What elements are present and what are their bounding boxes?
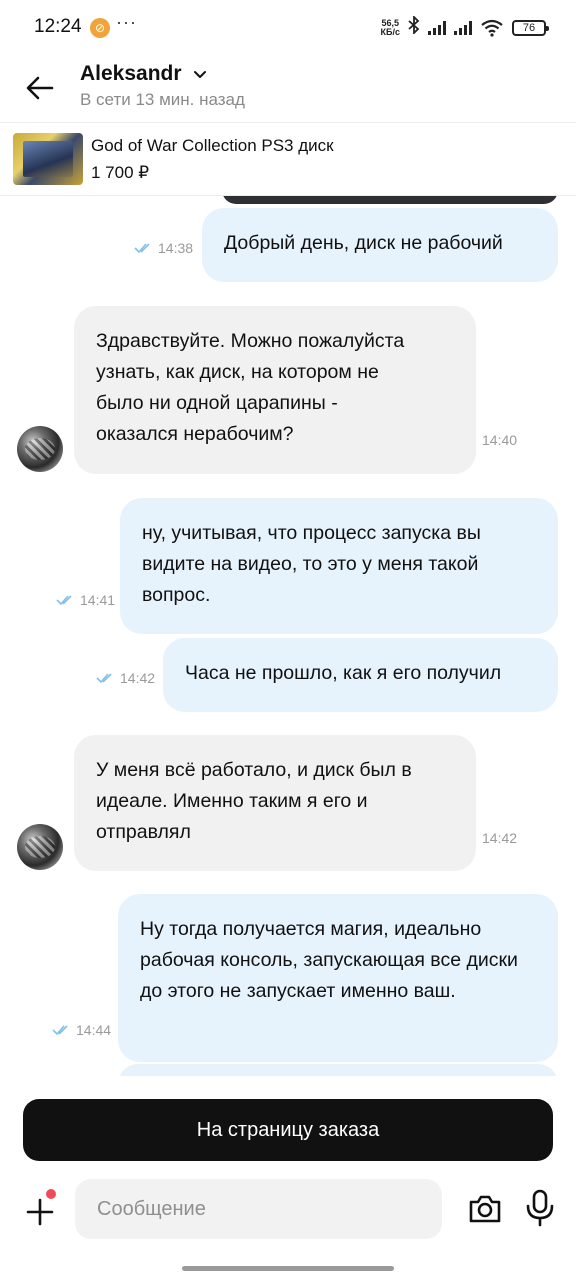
- bluetooth-icon: [408, 14, 420, 39]
- message-bubble-incoming[interactable]: Здравствуйте. Можно пожалуйста узнать, к…: [74, 306, 476, 474]
- chevron-down-icon[interactable]: [192, 66, 208, 87]
- notification-dot: [46, 1189, 56, 1199]
- double-check-icon: [96, 673, 112, 684]
- plus-icon[interactable]: [22, 1194, 58, 1230]
- message-text: Часа не прошло, как я его получил: [185, 662, 502, 684]
- chat-messages[interactable]: 14:38 Добрый день, диск не рабочий Здрав…: [0, 196, 576, 1076]
- home-indicator[interactable]: [182, 1266, 394, 1271]
- message-bubble-outgoing[interactable]: Добрый день, диск не рабочий: [202, 208, 558, 282]
- double-check-icon: [134, 243, 150, 254]
- microphone-icon[interactable]: [522, 1188, 558, 1228]
- avatar[interactable]: [17, 824, 63, 870]
- status-time: 12:24: [34, 16, 82, 37]
- video-attachment[interactable]: [222, 196, 558, 204]
- message-text: Здравствуйте. Можно пожалуйста узнать, к…: [96, 330, 405, 445]
- avatar[interactable]: [17, 426, 63, 472]
- message-meta: 14:44: [52, 1022, 111, 1038]
- more-notifications-icon: ···: [116, 12, 137, 32]
- message-bubble-outgoing[interactable]: Часа не прошло, как я его получил: [163, 638, 558, 712]
- product-price: 1 700 ₽: [91, 163, 150, 182]
- status-icons: 56,5 КБ/с 76: [380, 14, 549, 39]
- signal-icon-2: [454, 20, 472, 35]
- message-time: 14:42: [482, 830, 518, 846]
- network-speed-unit: КБ/с: [380, 26, 400, 37]
- product-card[interactable]: God of War Collection PS3 диск 1 700 ₽: [0, 122, 576, 196]
- message-input[interactable]: [75, 1179, 442, 1239]
- message-time: 14:40: [482, 432, 518, 448]
- message-bubble-outgoing[interactable]: Ну тогда получается магия, идеально рабо…: [118, 894, 558, 1062]
- message-text: Добрый день, диск не рабочий: [224, 232, 503, 254]
- notification-badge-icon: ⊘: [90, 18, 110, 38]
- product-title: God of War Collection PS3 диск: [91, 136, 334, 155]
- last-seen-status: В сети 13 мин. назад: [80, 90, 245, 109]
- chat-header: Aleksandr В сети 13 мин. назад: [0, 56, 576, 122]
- message-time: 14:38: [158, 240, 194, 256]
- back-button[interactable]: [22, 70, 58, 106]
- message-time: 14:41: [80, 592, 116, 608]
- message-time: 14:42: [120, 670, 156, 686]
- message-bubble-outgoing[interactable]: ну, учитывая, что процесс запуска вы вид…: [120, 498, 558, 634]
- signal-icon-1: [428, 20, 446, 35]
- order-page-button[interactable]: На страницу заказа: [23, 1099, 553, 1161]
- message-meta: 14:42: [96, 670, 155, 686]
- double-check-icon: [56, 595, 72, 606]
- message-text: Ну тогда получается магия, идеально рабо…: [140, 918, 518, 1002]
- message-bubble-incoming[interactable]: У меня всё работало, и диск был в идеале…: [74, 735, 476, 871]
- message-text: ну, учитывая, что процесс запуска вы вид…: [142, 522, 481, 606]
- product-thumbnail: [13, 133, 83, 185]
- wifi-icon: [480, 19, 504, 37]
- battery-icon: 76: [512, 19, 549, 36]
- double-check-icon: [52, 1025, 68, 1036]
- network-speed: 56,5 КБ/с: [380, 18, 400, 37]
- message-bubble-partial: [118, 1064, 558, 1076]
- arrow-left-icon: [26, 76, 54, 100]
- camera-icon[interactable]: [466, 1190, 504, 1228]
- bottom-panel: На страницу заказа: [0, 1076, 576, 1280]
- contact-name[interactable]: Aleksandr: [80, 62, 182, 86]
- message-time: 14:44: [76, 1022, 112, 1038]
- status-bar: 12:24 ⊘ ··· 56,5 КБ/с 76: [0, 0, 576, 56]
- message-text: У меня всё работало, и диск был в идеале…: [96, 759, 412, 843]
- message-meta: 14:41: [56, 592, 115, 608]
- message-meta: 14:38: [134, 240, 193, 256]
